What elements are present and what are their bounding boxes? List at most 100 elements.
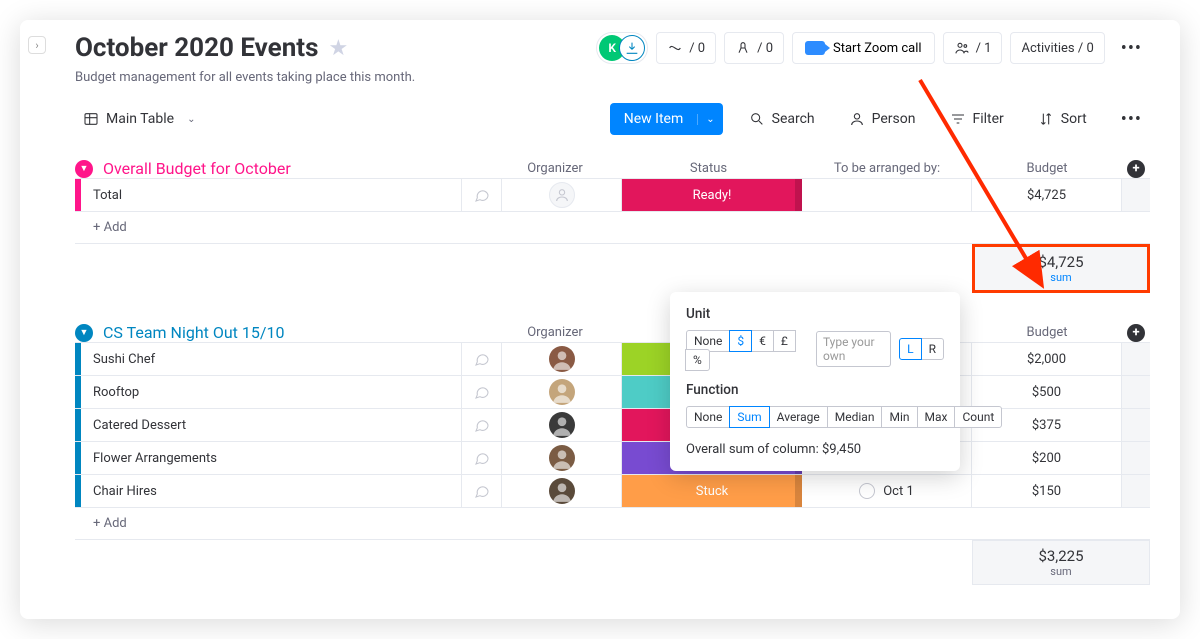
add-item-row[interactable]: + Add bbox=[75, 507, 1150, 540]
align-option[interactable]: R bbox=[921, 338, 944, 360]
column-header-organizer[interactable]: Organizer bbox=[495, 161, 615, 176]
view-switcher[interactable]: Main Table ⌄ bbox=[75, 107, 203, 131]
unit-option[interactable]: £ bbox=[773, 330, 796, 352]
custom-unit-input[interactable]: Type your own bbox=[816, 331, 891, 367]
add-column-button[interactable]: + bbox=[1127, 324, 1145, 342]
status-cell[interactable]: Ready! bbox=[622, 179, 802, 211]
unit-option[interactable]: € bbox=[751, 330, 774, 352]
chevron-down-icon: ⌄ bbox=[187, 114, 195, 125]
function-option[interactable]: Count bbox=[954, 406, 1002, 428]
budget-cell[interactable]: $2,000 bbox=[972, 343, 1122, 375]
group-cs-team-night: ▼ CS Team Night Out 15/10 Organizer S Bu… bbox=[75, 323, 1150, 585]
group-title[interactable]: CS Team Night Out 15/10 bbox=[103, 323, 284, 342]
column-header-organizer[interactable]: Organizer bbox=[495, 325, 615, 340]
board-more-menu[interactable]: ••• bbox=[1113, 34, 1150, 63]
column-summary-text: Overall sum of column: $9,450 bbox=[686, 442, 944, 457]
add-column-button[interactable]: + bbox=[1127, 160, 1145, 178]
item-name-cell[interactable]: Rooftop bbox=[81, 376, 462, 408]
table-row[interactable]: Chair Hires Stuck Oct 1 $150 bbox=[75, 474, 1150, 507]
function-option[interactable]: None bbox=[686, 406, 730, 428]
board-container: › October 2020 Events ★ K / 0 bbox=[20, 20, 1180, 619]
table-row[interactable]: Rooftop Waiting fo $500 bbox=[75, 375, 1150, 408]
item-name-cell[interactable]: Flower Arrangements bbox=[81, 442, 462, 474]
budget-cell[interactable]: $150 bbox=[972, 475, 1122, 507]
filter-button[interactable]: Filter bbox=[942, 107, 1012, 131]
conversation-icon[interactable] bbox=[462, 475, 502, 507]
conversation-icon[interactable] bbox=[462, 343, 502, 375]
function-option[interactable]: Max bbox=[917, 406, 956, 428]
sort-button[interactable]: Sort bbox=[1030, 107, 1095, 131]
unit-section-title: Unit bbox=[686, 306, 944, 322]
avatar bbox=[549, 478, 575, 504]
board-title[interactable]: October 2020 Events bbox=[75, 33, 318, 63]
date-cell[interactable] bbox=[802, 179, 972, 211]
board-subscribers[interactable]: K bbox=[596, 32, 648, 64]
column-header-budget[interactable]: Budget bbox=[972, 325, 1122, 340]
start-zoom-button[interactable]: Start Zoom call bbox=[792, 32, 935, 64]
align-option[interactable]: L bbox=[899, 338, 921, 360]
integrations-pill[interactable]: / 0 bbox=[724, 32, 784, 64]
column-settings-popover: Unit None$€£% Type your own LR Function … bbox=[670, 292, 960, 471]
zoom-icon bbox=[805, 41, 825, 55]
group-title[interactable]: Overall Budget for October bbox=[103, 159, 291, 178]
function-option[interactable]: Median bbox=[827, 406, 883, 428]
conversation-icon[interactable] bbox=[462, 409, 502, 441]
date-cell[interactable]: Oct 1 bbox=[802, 475, 972, 507]
favorite-star-icon[interactable]: ★ bbox=[328, 36, 348, 61]
organizer-cell[interactable] bbox=[502, 409, 622, 441]
person-filter-button[interactable]: Person bbox=[841, 107, 924, 131]
table-row[interactable]: Total Ready! $4,725 bbox=[75, 178, 1150, 211]
group-collapse-toggle[interactable]: ▼ bbox=[75, 160, 93, 178]
new-item-dropdown[interactable]: ⌄ bbox=[697, 114, 722, 125]
activities-pill[interactable]: Activities / 0 bbox=[1010, 32, 1104, 64]
add-item-row[interactable]: + Add bbox=[75, 211, 1150, 244]
function-section-title: Function bbox=[686, 382, 944, 398]
board-header: October 2020 Events ★ K / 0 / 0 bbox=[20, 32, 1180, 85]
status-cell[interactable]: Stuck bbox=[622, 475, 802, 507]
item-name-cell[interactable]: Sushi Chef bbox=[81, 343, 462, 375]
organizer-cell[interactable] bbox=[502, 343, 622, 375]
new-item-button[interactable]: New Item ⌄ bbox=[610, 103, 723, 135]
avatar bbox=[549, 412, 575, 438]
group-collapse-toggle[interactable]: ▼ bbox=[75, 324, 93, 342]
table-row[interactable]: Sushi Chef To be $2,000 bbox=[75, 342, 1150, 375]
function-options: NoneSumAverageMedianMinMaxCount bbox=[686, 406, 944, 428]
collapse-sidebar-button[interactable]: › bbox=[28, 36, 46, 54]
item-name-cell[interactable]: Total bbox=[81, 179, 462, 211]
avatar bbox=[549, 379, 575, 405]
board-subtitle[interactable]: Budget management for all events taking … bbox=[75, 70, 1150, 85]
budget-sum-cell[interactable]: $3,225 sum bbox=[972, 540, 1150, 585]
function-option[interactable]: Average bbox=[769, 406, 828, 428]
budget-cell[interactable]: $500 bbox=[972, 376, 1122, 408]
table-row[interactable]: Flower Arrangements Working on it Sep 25… bbox=[75, 441, 1150, 474]
organizer-cell[interactable] bbox=[502, 376, 622, 408]
group-overall-budget: ▼ Overall Budget for October Organizer S… bbox=[75, 159, 1150, 293]
item-name-cell[interactable]: Catered Dessert bbox=[81, 409, 462, 441]
circle-icon bbox=[859, 483, 875, 499]
column-header-date[interactable]: To be arranged by: bbox=[802, 161, 972, 176]
avatar bbox=[549, 346, 575, 372]
conversation-icon[interactable] bbox=[462, 376, 502, 408]
organizer-cell[interactable] bbox=[502, 475, 622, 507]
item-name-cell[interactable]: Chair Hires bbox=[81, 475, 462, 507]
budget-cell[interactable]: $200 bbox=[972, 442, 1122, 474]
column-header-status[interactable]: Status bbox=[615, 161, 802, 176]
unit-options: None$€£% Type your own LR bbox=[686, 330, 944, 368]
person-placeholder-icon bbox=[549, 182, 575, 208]
organizer-cell[interactable] bbox=[502, 179, 622, 211]
budget-sum-cell[interactable]: $4,725 sum bbox=[972, 244, 1150, 293]
automations-pill[interactable]: / 0 bbox=[656, 32, 716, 64]
toolbar-more-menu[interactable]: ••• bbox=[1113, 105, 1150, 134]
conversation-icon[interactable] bbox=[462, 179, 502, 211]
function-option[interactable]: Sum bbox=[729, 406, 769, 428]
conversation-icon[interactable] bbox=[462, 442, 502, 474]
column-header-budget[interactable]: Budget bbox=[972, 161, 1122, 176]
budget-cell[interactable]: $4,725 bbox=[972, 179, 1122, 211]
members-pill[interactable]: / 1 bbox=[943, 32, 1003, 64]
unit-option[interactable]: $ bbox=[729, 330, 752, 352]
unit-option[interactable]: % bbox=[685, 349, 710, 371]
organizer-cell[interactable] bbox=[502, 442, 622, 474]
avatar bbox=[549, 445, 575, 471]
search-button[interactable]: Search bbox=[741, 107, 823, 131]
function-option[interactable]: Min bbox=[881, 406, 917, 428]
